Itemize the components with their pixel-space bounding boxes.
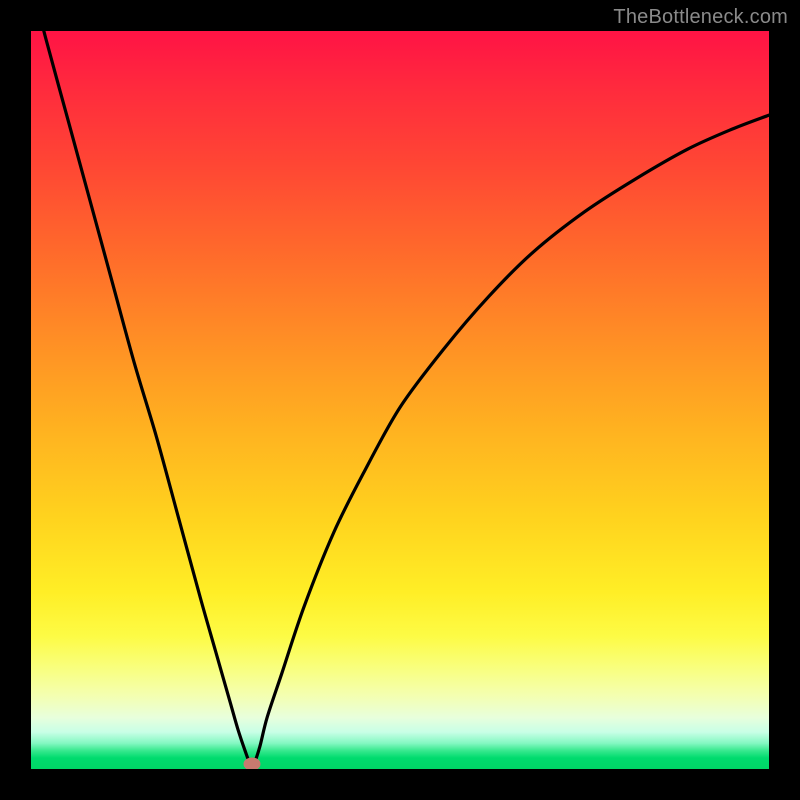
watermark-text: TheBottleneck.com (613, 6, 788, 29)
plot-area (31, 31, 769, 769)
bottleneck-curve (31, 31, 769, 769)
optimum-marker (244, 757, 261, 769)
chart-frame: TheBottleneck.com (0, 0, 800, 800)
